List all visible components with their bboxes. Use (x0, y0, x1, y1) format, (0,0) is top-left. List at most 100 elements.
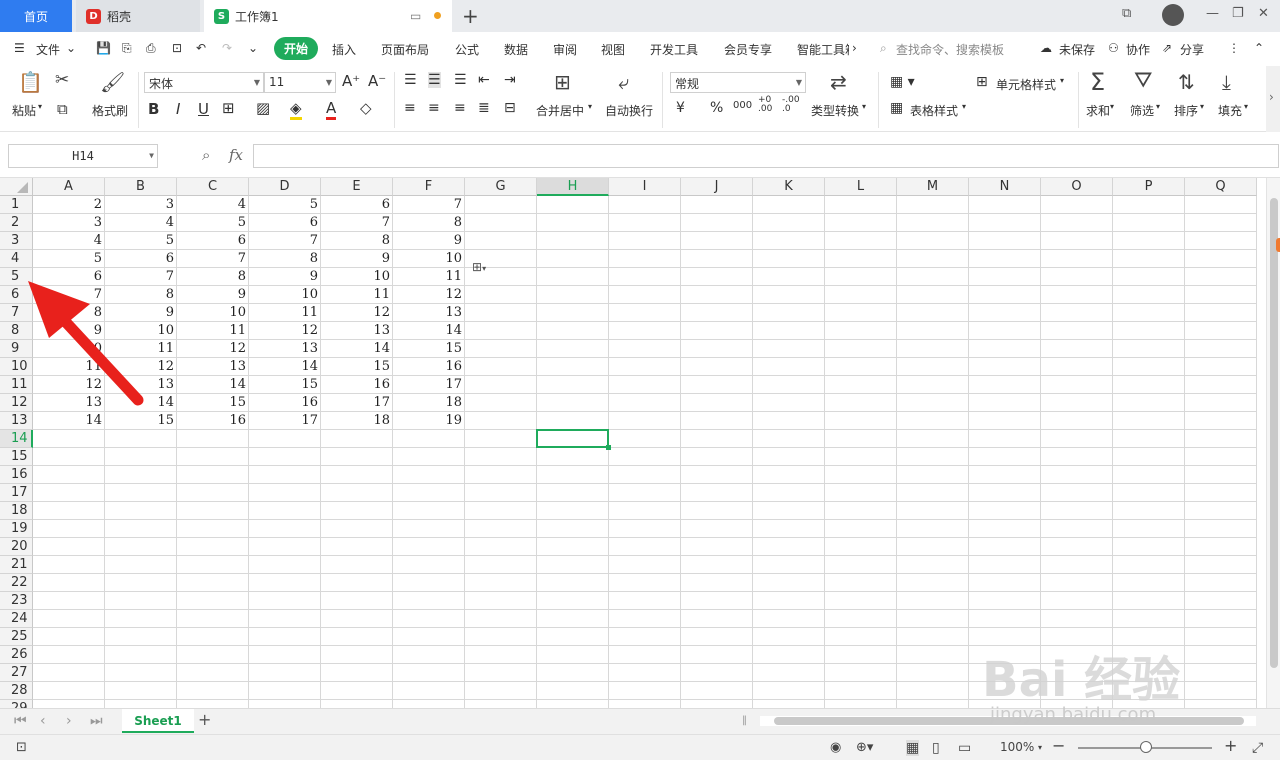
last-sheet-icon[interactable]: ⏭ (90, 713, 103, 729)
next-sheet-icon[interactable]: › (66, 713, 72, 729)
cell-e6[interactable]: 11 (321, 286, 393, 304)
format-painter-button[interactable]: 格式刷 (92, 102, 128, 119)
row-header-27[interactable]: 27 (0, 664, 33, 682)
close-icon[interactable]: ✕ (1258, 6, 1269, 21)
quick-access-more-icon[interactable]: ⌄ (248, 41, 258, 55)
cell-a7[interactable]: 8 (33, 304, 105, 322)
select-all-corner[interactable] (0, 178, 33, 196)
cell-b4[interactable]: 6 (105, 250, 177, 268)
increase-font-icon[interactable]: A⁺ (342, 72, 360, 90)
column-header-d[interactable]: D (249, 178, 321, 196)
cell-e8[interactable]: 13 (321, 322, 393, 340)
prev-sheet-icon[interactable]: ‹ (40, 713, 46, 729)
cell-f6[interactable]: 12 (393, 286, 465, 304)
column-header-p[interactable]: P (1113, 178, 1185, 196)
reading-view-icon[interactable]: ▭ (958, 740, 971, 756)
merge-dropdown-icon[interactable]: ▾ (588, 102, 592, 111)
row-header-23[interactable]: 23 (0, 592, 33, 610)
cell-b11[interactable]: 13 (105, 376, 177, 394)
column-header-o[interactable]: O (1041, 178, 1113, 196)
cell-b2[interactable]: 4 (105, 214, 177, 232)
thousands-icon[interactable]: 000 (733, 100, 752, 111)
zoom-dropdown-icon[interactable]: ▾ (1038, 743, 1042, 752)
cell-a4[interactable]: 5 (33, 250, 105, 268)
search-icon[interactable]: ⌕ (880, 41, 887, 56)
more-options-icon[interactable]: ⋮ (1228, 41, 1240, 55)
currency-icon[interactable]: ¥ (676, 100, 685, 116)
font-name-select[interactable]: 宋体 ▼ (144, 72, 264, 93)
cell-c7[interactable]: 10 (177, 304, 249, 322)
column-header-f[interactable]: F (393, 178, 465, 196)
decrease-font-icon[interactable]: A⁻ (368, 72, 386, 90)
cell-e10[interactable]: 15 (321, 358, 393, 376)
row-header-12[interactable]: 12 (0, 394, 33, 412)
tab-daoke[interactable]: D 稻壳 (76, 0, 200, 32)
undo-icon[interactable]: ↶ (196, 41, 206, 55)
cell-a5[interactable]: 6 (33, 268, 105, 286)
row-header-28[interactable]: 28 (0, 682, 33, 700)
column-header-n[interactable]: N (969, 178, 1041, 196)
cell-c12[interactable]: 15 (177, 394, 249, 412)
paste-dropdown-icon[interactable]: ▾ (38, 102, 42, 111)
column-header-a[interactable]: A (33, 178, 105, 196)
center-mode-icon[interactable]: ⊕▾ (856, 740, 873, 755)
distribute-icon[interactable]: ⊟ (504, 100, 516, 116)
clear-format-icon[interactable]: ◇ (360, 99, 372, 117)
paste-icon[interactable]: 📋 (18, 70, 43, 94)
vertical-scroll-thumb[interactable] (1270, 198, 1278, 668)
cell-c5[interactable]: 8 (177, 268, 249, 286)
cell-c11[interactable]: 14 (177, 376, 249, 394)
cell-d8[interactable]: 12 (249, 322, 321, 340)
cell-d2[interactable]: 6 (249, 214, 321, 232)
type-convert-button[interactable]: 类型转换 (811, 102, 859, 119)
zoom-level[interactable]: 100% (1000, 740, 1034, 754)
cell-e7[interactable]: 12 (321, 304, 393, 322)
filter-dropdown-icon[interactable]: ▾ (1156, 102, 1160, 111)
row-header-1[interactable]: 1 (0, 196, 33, 214)
sheet-tab-sheet1[interactable]: Sheet1 (122, 709, 194, 733)
cell-f4[interactable]: 10 (393, 250, 465, 268)
cell-f11[interactable]: 17 (393, 376, 465, 394)
zoom-formula-icon[interactable]: ⌕ (202, 146, 210, 164)
tab-view[interactable]: 视图 (601, 41, 625, 58)
paste-button[interactable]: 粘贴 (12, 102, 36, 119)
cell-a1[interactable]: 2 (33, 196, 105, 214)
cell-e11[interactable]: 16 (321, 376, 393, 394)
font-color-icon[interactable]: A (326, 99, 337, 120)
align-center-icon[interactable]: ≡ (428, 100, 440, 116)
cell-e5[interactable]: 10 (321, 268, 393, 286)
fill-color-icon[interactable]: ◈ (290, 99, 302, 120)
row-header-15[interactable]: 15 (0, 448, 33, 466)
row-header-21[interactable]: 21 (0, 556, 33, 574)
column-header-e[interactable]: E (321, 178, 393, 196)
cell-b10[interactable]: 12 (105, 358, 177, 376)
cell-d10[interactable]: 14 (249, 358, 321, 376)
row-header-3[interactable]: 3 (0, 232, 33, 250)
active-cell-selection[interactable] (536, 429, 611, 450)
cell-b12[interactable]: 14 (105, 394, 177, 412)
sum-button[interactable]: 求和 (1086, 102, 1110, 119)
cell-e3[interactable]: 8 (321, 232, 393, 250)
row-header-29[interactable]: 29 (0, 700, 33, 708)
row-header-20[interactable]: 20 (0, 538, 33, 556)
tab-start[interactable]: 开始 (274, 37, 319, 60)
cell-d1[interactable]: 5 (249, 196, 321, 214)
monitor-icon[interactable]: ▭ (410, 9, 421, 23)
cell-pattern-icon[interactable]: ▨ (256, 99, 270, 117)
cell-a13[interactable]: 14 (33, 412, 105, 430)
cell-b5[interactable]: 7 (105, 268, 177, 286)
zoom-in-icon[interactable]: + (1224, 736, 1237, 755)
row-header-6[interactable]: 6 (0, 286, 33, 304)
cell-a12[interactable]: 13 (33, 394, 105, 412)
column-header-i[interactable]: I (609, 178, 681, 196)
cell-style-dropdown-icon[interactable]: ▾ (1060, 76, 1064, 85)
column-header-j[interactable]: J (681, 178, 753, 196)
decrease-decimal-icon[interactable]: -.00 .0 (782, 96, 800, 114)
column-header-b[interactable]: B (105, 178, 177, 196)
table-style-button[interactable]: 表格样式 (910, 102, 958, 119)
add-sheet-button[interactable]: + (198, 710, 211, 729)
sum-dropdown-icon[interactable]: ▾ (1110, 102, 1114, 111)
vertical-scrollbar[interactable] (1266, 178, 1280, 708)
cell-a8[interactable]: 9 (33, 322, 105, 340)
cell-f1[interactable]: 7 (393, 196, 465, 214)
